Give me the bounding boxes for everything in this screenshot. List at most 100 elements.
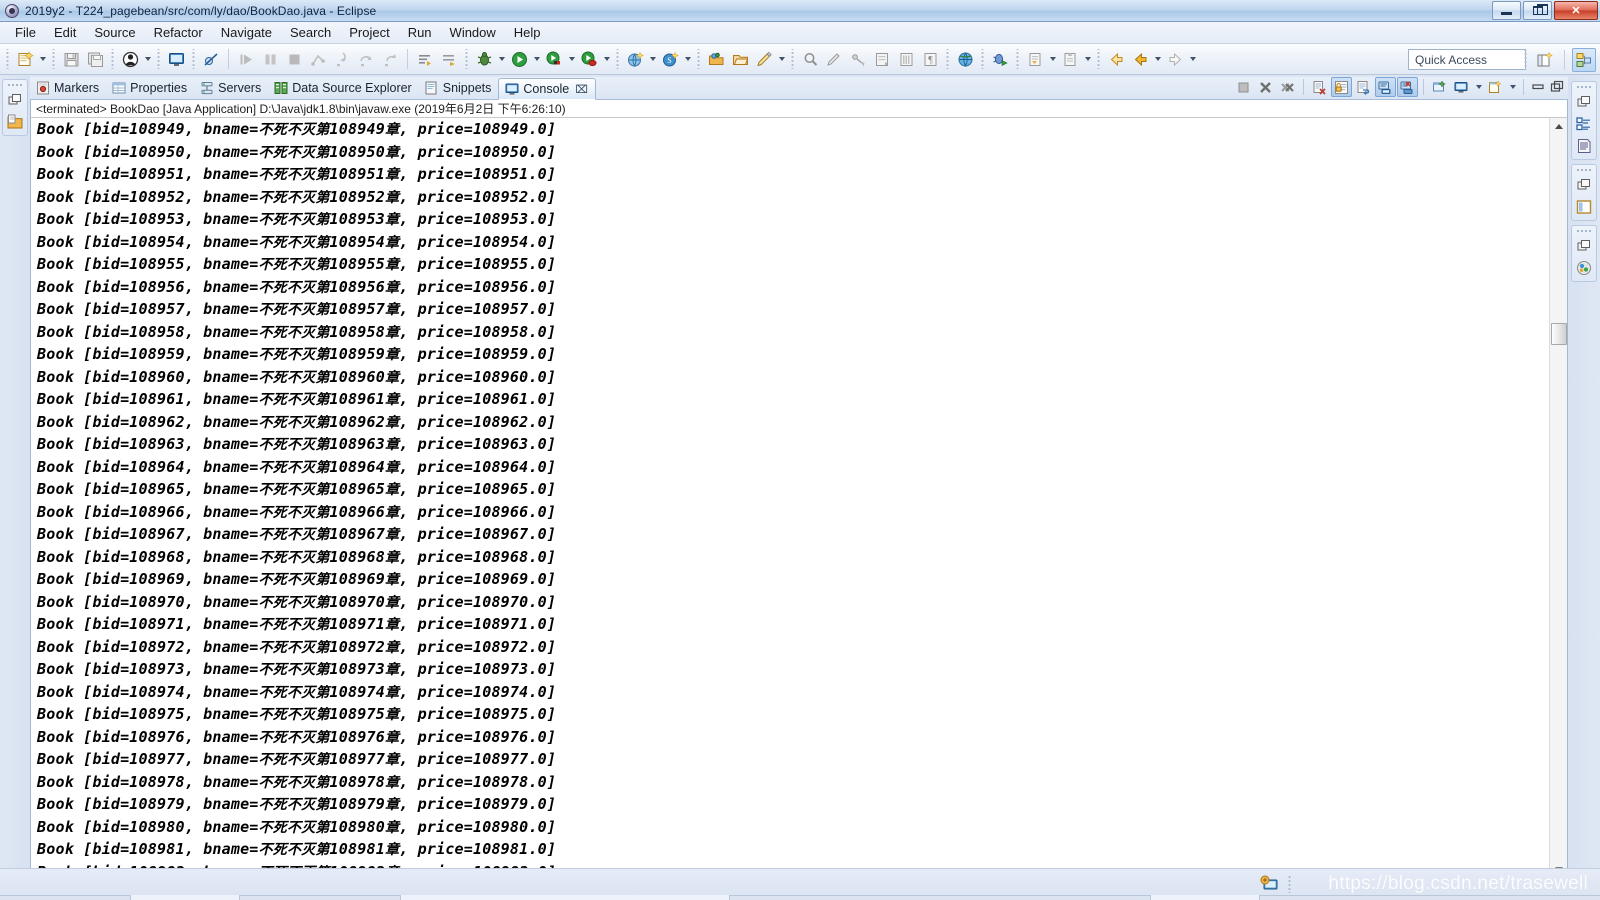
tab-console[interactable]: Console ⌧ [498, 78, 596, 100]
previous-annotation-icon[interactable] [895, 48, 917, 70]
toolbar-grip-4[interactable] [155, 49, 162, 69]
minimize-button[interactable] [1492, 1, 1521, 20]
paragraph-icon[interactable]: ¶ [919, 48, 941, 70]
tab-snippets[interactable]: Snippets [419, 77, 499, 99]
java-ee-perspective-icon[interactable] [1572, 48, 1596, 72]
console-text[interactable]: Book [bid=108949, bname=不死不灭第108949章, pr… [31, 118, 1548, 878]
close-icon[interactable]: ⌧ [575, 83, 588, 96]
menu-file[interactable]: File [6, 23, 45, 42]
toolbar-grip[interactable] [4, 49, 11, 69]
toolbar-grip-6[interactable] [463, 49, 470, 69]
next-dropdown-arrow[interactable] [1187, 48, 1198, 70]
new-wizard-dropdown-arrow[interactable] [37, 48, 48, 70]
search-icon[interactable] [799, 48, 821, 70]
new-perspective-icon[interactable] [1533, 48, 1557, 72]
console-output-area[interactable]: Book [bid=108949, bname=不死不灭第108949章, pr… [30, 118, 1568, 894]
last-edit-dropdown-arrow[interactable] [1047, 48, 1058, 70]
open-browser-icon[interactable] [954, 48, 976, 70]
user-icon[interactable] [119, 48, 141, 70]
open-type-icon[interactable] [705, 48, 727, 70]
toolbar-grip-2[interactable] [50, 49, 57, 69]
menu-navigate[interactable]: Navigate [212, 23, 281, 42]
menu-refactor[interactable]: Refactor [145, 23, 212, 42]
status-bar-grip[interactable] [1288, 875, 1293, 893]
external-tools-dropdown-arrow[interactable] [601, 48, 612, 70]
new-servlet-dropdown-arrow[interactable] [682, 48, 693, 70]
resume-icon[interactable] [235, 48, 257, 70]
save-all-icon[interactable] [84, 48, 106, 70]
step-into-icon[interactable] [331, 48, 353, 70]
toolbar-grip-7[interactable] [614, 49, 621, 69]
annotate-icon[interactable] [753, 48, 775, 70]
back-to-icon[interactable] [1059, 48, 1081, 70]
save-icon[interactable] [60, 48, 82, 70]
servers-overview-icon[interactable] [1575, 259, 1593, 277]
debug-on-server-icon[interactable] [989, 48, 1011, 70]
word-wrap-icon[interactable] [1353, 77, 1374, 97]
toolbar-grip-5[interactable] [190, 49, 197, 69]
status-tab-2[interactable] [400, 895, 730, 900]
skip-breakpoints-icon[interactable] [200, 48, 222, 70]
scroll-lock-icon[interactable] [1331, 77, 1352, 97]
tab-servers[interactable]: Servers [194, 77, 268, 99]
fastview-grip-r1[interactable] [1576, 85, 1592, 89]
restore-view-icon[interactable] [6, 91, 24, 109]
project-explorer-icon[interactable] [6, 113, 24, 131]
close-button[interactable]: ✕ [1554, 1, 1598, 20]
new-java-project-icon[interactable] [624, 48, 646, 70]
terminate-toolbar-icon[interactable] [283, 48, 305, 70]
suspend-icon[interactable] [259, 48, 281, 70]
menu-edit[interactable]: Edit [45, 23, 85, 42]
open-console-icon[interactable] [1485, 77, 1506, 97]
vertical-scroll-thumb[interactable] [1551, 323, 1567, 345]
forward-icon[interactable] [1129, 48, 1151, 70]
last-edit-location-icon[interactable] [1024, 48, 1046, 70]
back-to-dropdown-arrow[interactable] [1082, 48, 1093, 70]
display-selected-console-icon[interactable] [1451, 77, 1472, 97]
toolbar-grip-11[interactable] [979, 49, 986, 69]
menu-help[interactable]: Help [505, 23, 550, 42]
menu-run[interactable]: Run [399, 23, 441, 42]
new-servlet-icon[interactable]: S [659, 48, 681, 70]
task-list-icon[interactable] [1575, 137, 1593, 155]
link-icon[interactable] [847, 48, 869, 70]
remove-launch-icon[interactable] [1255, 77, 1276, 97]
back-icon[interactable] [1105, 48, 1127, 70]
next-icon[interactable] [1164, 48, 1186, 70]
disconnect-icon[interactable] [307, 48, 329, 70]
user-dropdown-arrow[interactable] [142, 48, 153, 70]
toolbar-grip-10[interactable] [944, 49, 951, 69]
toolbar-grip-8[interactable] [695, 49, 702, 69]
run-to-line-icon[interactable] [438, 48, 460, 70]
external-tools-icon[interactable] [578, 48, 600, 70]
fastview-grip[interactable] [7, 83, 23, 87]
quick-access-input[interactable]: Quick Access [1408, 49, 1526, 70]
next-annotation-icon[interactable] [871, 48, 893, 70]
menu-source[interactable]: Source [85, 23, 144, 42]
run-configurations-icon[interactable] [543, 48, 565, 70]
remove-all-terminated-icon[interactable] [1277, 77, 1298, 97]
console-toolbar-icon[interactable] [165, 48, 187, 70]
open-console-dropdown-arrow[interactable] [1507, 76, 1518, 98]
pencil-icon[interactable] [823, 48, 845, 70]
menu-project[interactable]: Project [340, 23, 398, 42]
run-dropdown-arrow[interactable] [531, 48, 542, 70]
debug-dropdown-arrow[interactable] [496, 48, 507, 70]
palette-icon[interactable] [1575, 198, 1593, 216]
maximize-view-icon[interactable] [1548, 78, 1566, 96]
pin-console-icon[interactable] [1429, 77, 1450, 97]
scroll-up-arrow-icon[interactable] [1550, 118, 1567, 135]
toolbar-grip-9[interactable] [789, 49, 796, 69]
new-wizard-icon[interactable] [14, 48, 36, 70]
toggle-step-filters-icon[interactable] [414, 48, 436, 70]
menu-search[interactable]: Search [281, 23, 340, 42]
outline-icon[interactable] [1575, 115, 1593, 133]
toolbar-grip-12[interactable] [1014, 49, 1021, 69]
restore-view-icon-r3[interactable] [1575, 237, 1593, 255]
annotate-dropdown-arrow[interactable] [776, 48, 787, 70]
show-console-on-output-icon[interactable] [1375, 77, 1396, 97]
fastview-grip-r3[interactable] [1576, 229, 1592, 233]
clear-console-icon[interactable] [1309, 77, 1330, 97]
status-tab-1[interactable] [130, 895, 240, 900]
step-over-icon[interactable] [355, 48, 377, 70]
